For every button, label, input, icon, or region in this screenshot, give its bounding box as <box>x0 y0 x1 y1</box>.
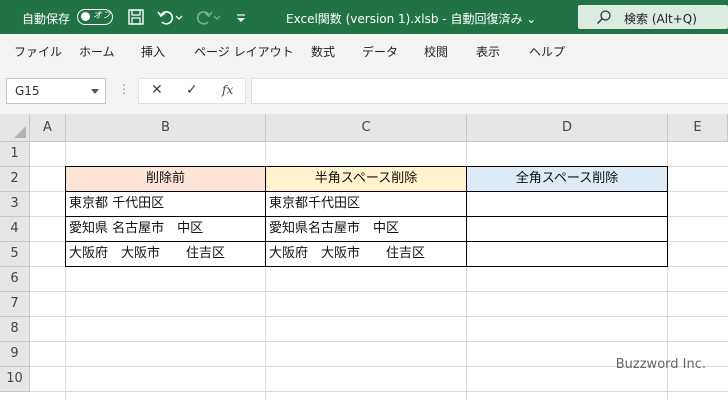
row-header-2[interactable]: 2 <box>0 167 30 192</box>
row-header-4[interactable]: 4 <box>0 217 30 242</box>
ribbon-tabs: ファイル ホーム 挿入 ページ レイアウト 数式 データ 校閲 表示 ヘルプ <box>0 34 728 71</box>
tab-view[interactable]: 表示 <box>476 43 500 60</box>
table-cell[interactable]: 愛知県 名古屋市 中区 <box>65 217 266 242</box>
insert-function-icon[interactable]: fx <box>222 83 233 97</box>
search-label: 検索 (Alt+Q) <box>624 12 697 26</box>
column-header-c[interactable]: C <box>266 114 467 142</box>
table-cell[interactable] <box>467 192 668 217</box>
select-all-corner[interactable] <box>0 114 30 142</box>
table-cell[interactable] <box>467 217 668 242</box>
tab-file[interactable]: ファイル <box>14 43 62 60</box>
table-cell[interactable]: 東京都 千代田区 <box>65 192 266 217</box>
search-icon <box>597 10 611 24</box>
table-cell[interactable]: 愛知県名古屋市 中区 <box>266 217 467 242</box>
autosave-state: オフ <box>93 11 112 21</box>
redo-dropdown-icon[interactable] <box>212 7 222 27</box>
table-cell[interactable] <box>467 242 668 267</box>
toggle-knob <box>81 12 90 21</box>
cancel-icon[interactable]: ✕ <box>151 82 163 98</box>
header-cell-fullwidth-removed[interactable]: 全角スペース削除 <box>467 166 668 192</box>
undo-dropdown-icon[interactable] <box>174 7 184 27</box>
tab-help[interactable]: ヘルプ <box>529 43 565 60</box>
name-box-dropdown-icon[interactable] <box>91 89 99 94</box>
save-icon[interactable] <box>126 7 146 27</box>
row-header-8[interactable]: 8 <box>0 317 30 342</box>
enter-icon[interactable]: ✓ <box>186 82 198 98</box>
file-name[interactable]: Excel関数 (version 1).xlsb - 自動回復済み ⌄ <box>286 10 536 27</box>
name-box-value: G15 <box>15 84 40 98</box>
tab-insert[interactable]: 挿入 <box>141 43 165 60</box>
row-header-6[interactable]: 6 <box>0 267 30 292</box>
gridline <box>30 341 728 342</box>
table-cell[interactable]: 東京都千代田区 <box>266 192 467 217</box>
row-header-3[interactable]: 3 <box>0 192 30 217</box>
formula-buttons: ✕ ✓ fx <box>138 78 246 104</box>
row-header-9[interactable]: 9 <box>0 342 30 367</box>
header-cell-halfwidth-removed[interactable]: 半角スペース削除 <box>266 166 467 192</box>
gridline <box>30 316 728 317</box>
row-header-5[interactable]: 5 <box>0 242 30 267</box>
worksheet-grid[interactable]: A B C D E 1 2 3 4 5 6 7 8 9 10 削除前 半角スペー… <box>0 114 728 400</box>
gridline <box>30 291 728 292</box>
formula-input[interactable] <box>251 78 728 104</box>
tab-data[interactable]: データ <box>362 43 398 60</box>
column-header-d[interactable]: D <box>467 114 668 142</box>
table-cell[interactable]: 大阪府 大阪市 住吉区 <box>266 242 467 267</box>
customize-quick-access-icon[interactable] <box>234 7 248 27</box>
row-header-10[interactable]: 10 <box>0 367 30 392</box>
header-cell-before[interactable]: 削除前 <box>65 166 266 192</box>
table-cell[interactable]: 大阪府 大阪市 住吉区 <box>65 242 266 267</box>
search-box[interactable]: 検索 (Alt+Q) <box>578 5 728 29</box>
redo-icon[interactable] <box>194 7 214 27</box>
row-header-1[interactable]: 1 <box>0 142 30 167</box>
watermark: Buzzword Inc. <box>615 357 706 372</box>
column-header-e[interactable]: E <box>668 114 728 142</box>
gridline <box>30 391 728 392</box>
column-header-a[interactable]: A <box>30 114 66 142</box>
column-header-b[interactable]: B <box>66 114 266 142</box>
tab-review[interactable]: 校閲 <box>424 43 448 60</box>
name-box[interactable]: G15 <box>6 78 106 104</box>
tab-formulas[interactable]: 数式 <box>311 43 335 60</box>
formula-bar: G15 ⋮ ✕ ✓ fx <box>0 70 728 114</box>
tab-page-layout[interactable]: ページ レイアウト <box>194 43 294 60</box>
undo-icon[interactable] <box>156 7 176 27</box>
formula-bar-grip-icon[interactable]: ⋮ <box>118 82 130 96</box>
autosave-toggle[interactable]: オフ <box>77 9 113 25</box>
row-header-7[interactable]: 7 <box>0 292 30 317</box>
tab-home[interactable]: ホーム <box>79 43 115 60</box>
select-all-icon <box>14 126 26 138</box>
title-bar: 自動保存 オフ Excel関数 (version 1).xlsb - 自動回復済… <box>0 0 728 34</box>
autosave-label: 自動保存 <box>22 12 71 26</box>
